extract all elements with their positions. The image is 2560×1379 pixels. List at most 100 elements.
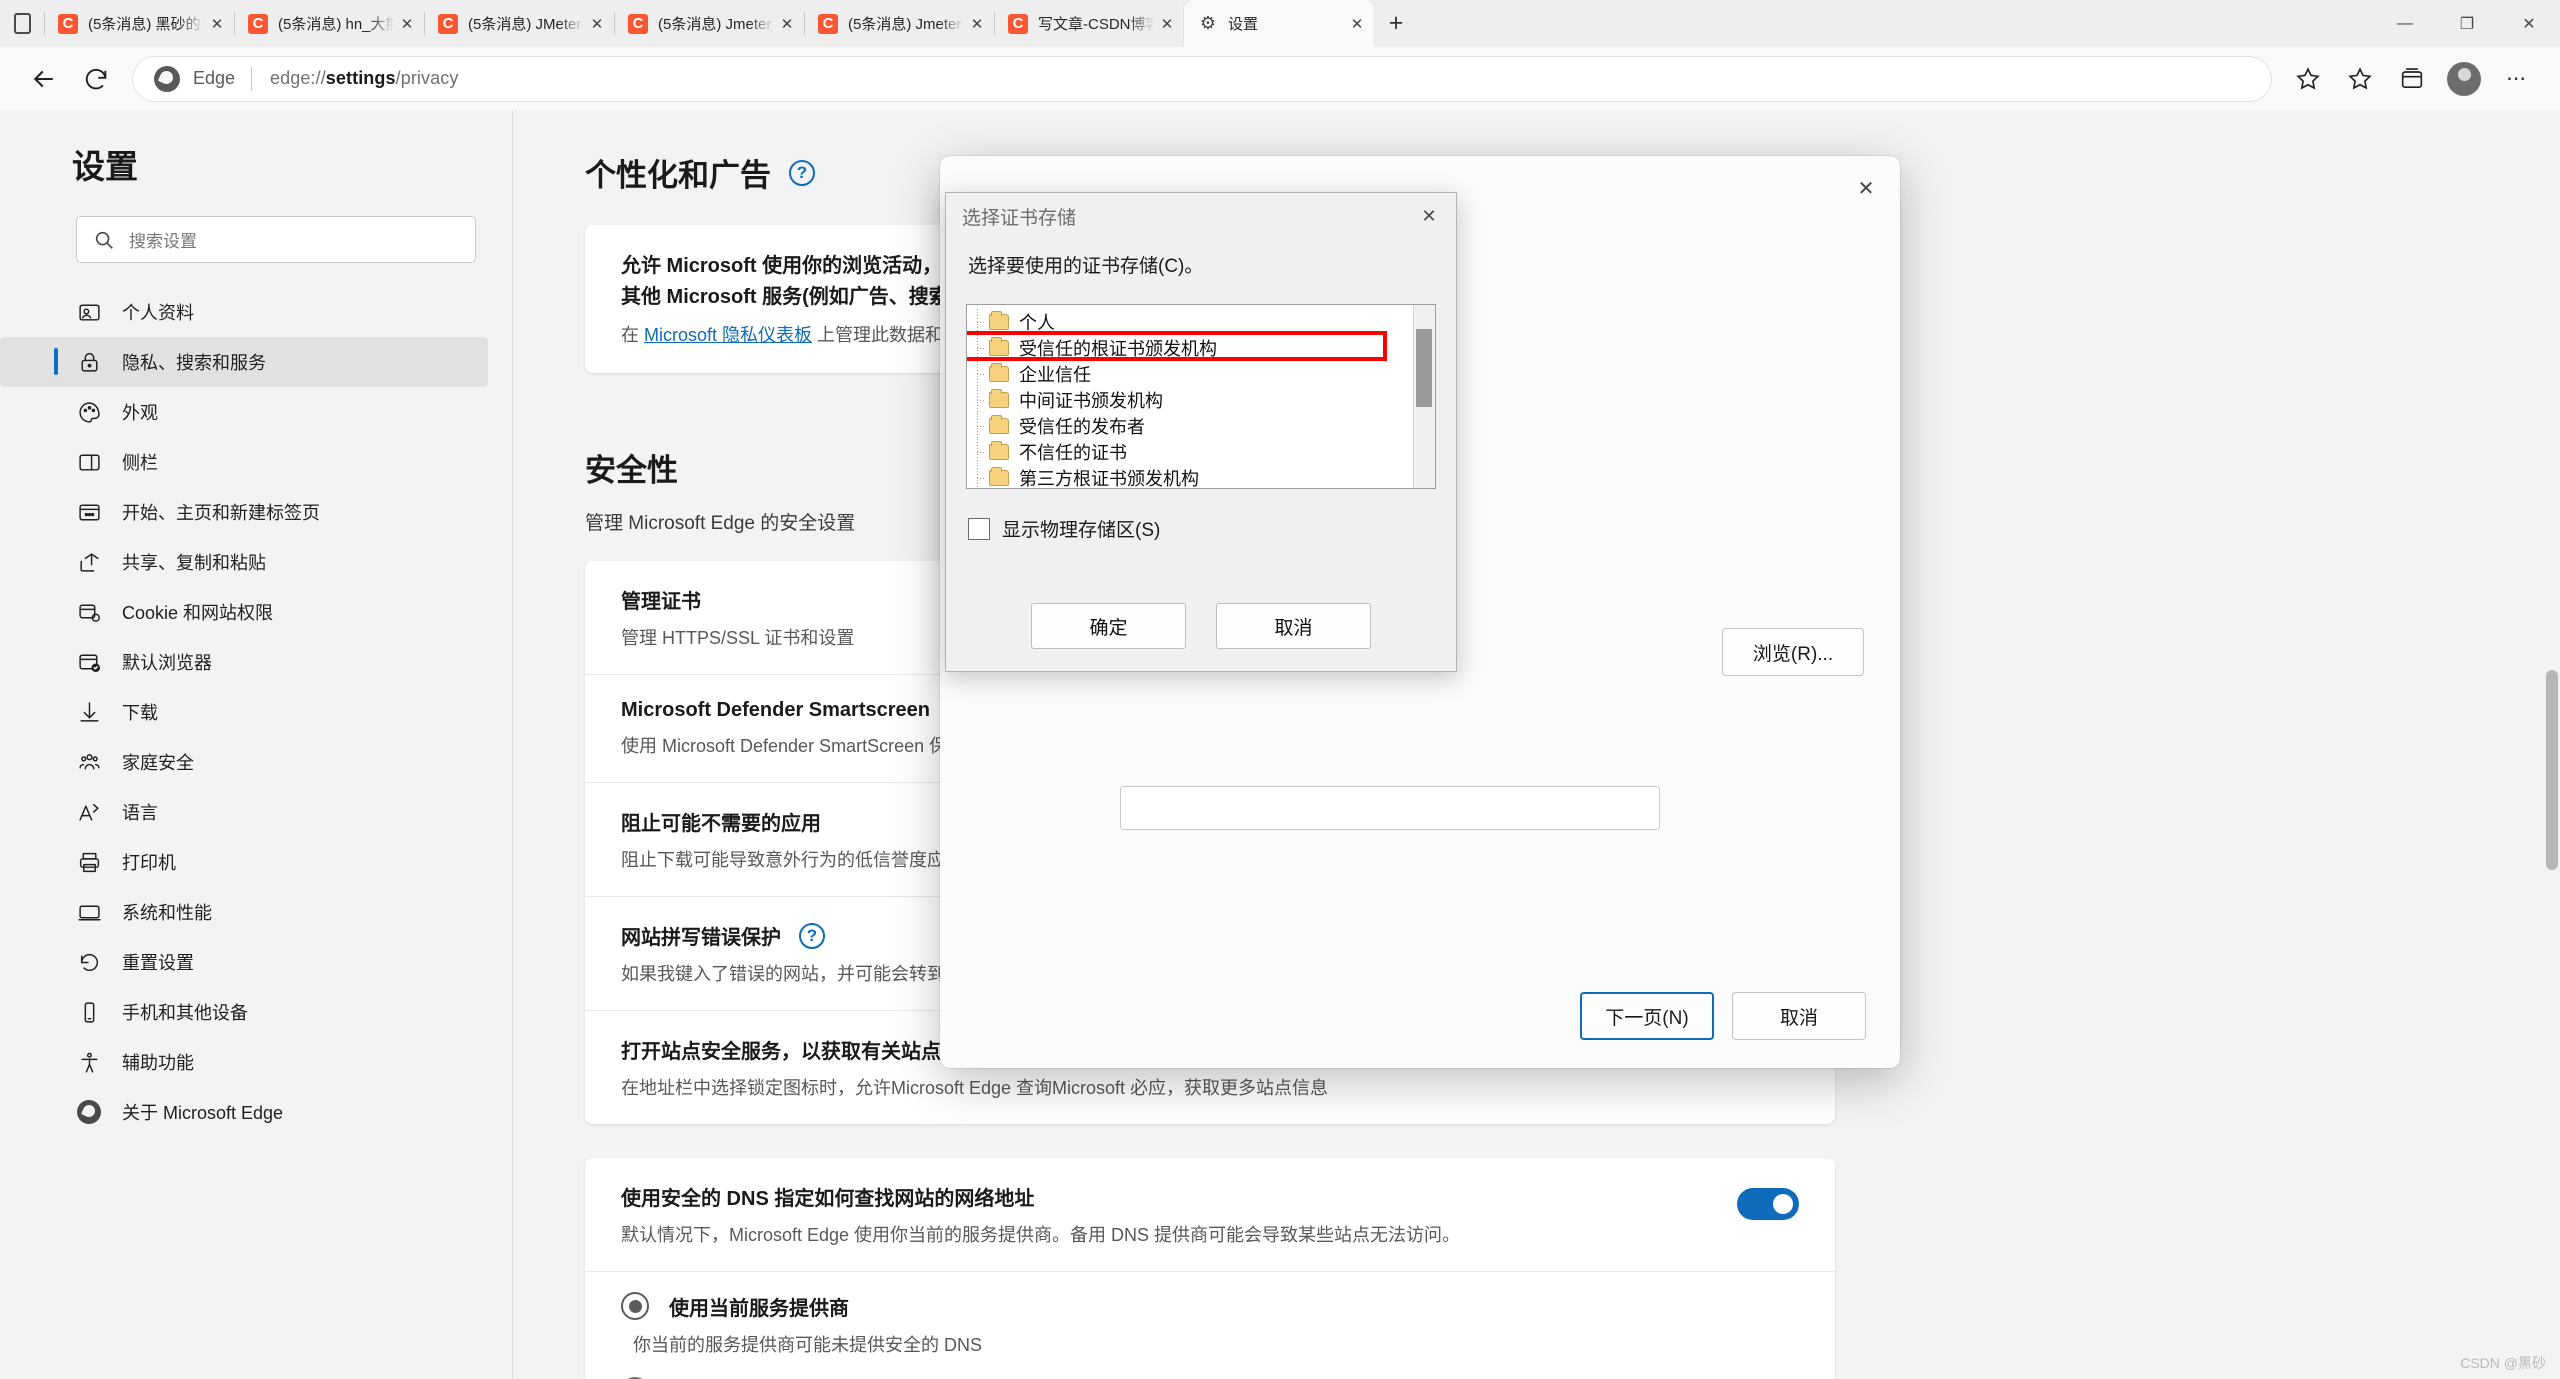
url-bold: settings [325, 68, 396, 88]
csdn-icon: C [58, 13, 78, 34]
browse-button[interactable]: 浏览(R)... [1722, 628, 1864, 676]
show-physical-stores-row[interactable]: 显示物理存储区(S) [968, 515, 1456, 542]
certificate-store-item[interactable]: 不信任的证书 [967, 439, 1435, 465]
store-list-scrollbar[interactable] [1413, 305, 1435, 488]
tab-close-button[interactable]: ✕ [1154, 11, 1180, 37]
certificate-store-item[interactable]: 个人 [967, 309, 1435, 335]
tab-close-button[interactable]: ✕ [1344, 11, 1370, 37]
sidebar-item-label: 个人资料 [122, 303, 194, 323]
sidebar-item-4[interactable]: 开始、主页和新建标签页 [0, 487, 488, 537]
tab-title: (5条消息) Jmeter_黑砂的博客 [658, 16, 774, 33]
dns-toggle[interactable] [1737, 1188, 1799, 1220]
sidebar-item-6[interactable]: Cookie 和网站权限 [0, 587, 488, 637]
more-options-button[interactable]: ⋯ [2490, 53, 2542, 105]
help-icon[interactable]: ? [799, 922, 825, 949]
browser-tab[interactable]: C (5条消息) Jmeter_黑砂的博客✕ [614, 0, 804, 47]
sidebar-item-7[interactable]: 默认浏览器 [0, 637, 488, 687]
wizard-close-button[interactable]: ✕ [1846, 168, 1886, 208]
tab-close-button[interactable]: ✕ [584, 11, 610, 37]
tab-close-button[interactable]: ✕ [394, 11, 420, 37]
settings-sidebar: 设置 搜索设置 个人资料 隐私、搜索和服务 外观 侧栏 开始、主页和新建标签页 共享、复制… [0, 110, 512, 1379]
certificate-store-item[interactable]: 受信任的发布者 [967, 413, 1435, 439]
page-scrollbar-thumb[interactable] [2546, 670, 2558, 870]
sidebar-item-label: 重置设置 [122, 953, 194, 973]
next-page-button[interactable]: 下一页(N) [1580, 992, 1714, 1040]
collections-button[interactable] [2386, 53, 2438, 105]
sidebar-item-11[interactable]: 打印机 [0, 837, 488, 887]
sidebar-item-3[interactable]: 侧栏 [0, 437, 488, 487]
radio-current-provider[interactable] [621, 1292, 649, 1320]
sidebar-item-15[interactable]: 辅助功能 [0, 1037, 488, 1087]
sidebar-item-9[interactable]: 家庭安全 [0, 737, 488, 787]
browser-tab[interactable]: C (5条消息) JMeter基础---脚本录制✕ [424, 0, 614, 47]
select-store-close-button[interactable]: ✕ [1410, 197, 1448, 235]
page-scrollbar[interactable] [2544, 110, 2560, 1379]
back-arrow-icon [33, 70, 53, 87]
select-store-ok-button[interactable]: 确定 [1031, 603, 1186, 649]
refresh-button[interactable] [70, 53, 122, 105]
new-tab-button[interactable]: + [1374, 0, 1418, 47]
dns-row[interactable]: 使用安全的 DNS 指定如何查找网站的网络地址 默认情况下，Microsoft … [585, 1158, 1835, 1272]
security-row-title-text: 网站拼写错误保护 [621, 927, 781, 949]
sidebar-item-10[interactable]: 语言 [0, 787, 488, 837]
sidebar-item-1[interactable]: 隐私、搜索和服务 [0, 337, 488, 387]
select-store-cancel-button[interactable]: 取消 [1216, 603, 1371, 649]
privacy-dashboard-link[interactable]: Microsoft 隐私仪表板 [644, 325, 812, 345]
sidebar-item-13[interactable]: 重置设置 [0, 937, 488, 987]
printer-icon [76, 850, 102, 875]
maximize-button[interactable]: ❐ [2436, 0, 2498, 47]
certificate-store-item[interactable]: 企业信任 [967, 361, 1435, 387]
certificate-store-item[interactable]: 第三方根证书颁发机构 [967, 465, 1435, 488]
sidebar-item-8[interactable]: 下载 [0, 687, 488, 737]
tab-close-button[interactable]: ✕ [964, 11, 990, 37]
tab-close-button[interactable]: ✕ [774, 11, 800, 37]
sidebar-item-14[interactable]: 手机和其他设备 [0, 987, 488, 1037]
certificate-store-label: 企业信任 [1019, 365, 1091, 385]
sidebar-item-16[interactable]: 关于 Microsoft Edge [0, 1087, 488, 1137]
toolbar-right-buttons: ⋯ [2282, 53, 2542, 105]
monitor-icon [76, 900, 102, 925]
profile-button[interactable] [2438, 53, 2490, 105]
back-button[interactable] [18, 53, 70, 105]
wizard-location-input[interactable] [1120, 786, 1660, 830]
browser-tab[interactable]: ⚙ 设置 ✕ [1184, 0, 1374, 47]
wizard-cancel-button[interactable]: 取消 [1732, 992, 1866, 1040]
dns-option-choose[interactable]: 请选择服务提供商 [585, 1357, 1835, 1379]
show-physical-stores-checkbox[interactable] [968, 517, 990, 540]
folder-icon [989, 467, 1009, 486]
collections-icon [2401, 67, 2423, 88]
minimize-button[interactable]: — [2374, 0, 2436, 47]
sidebar-item-2[interactable]: 外观 [0, 387, 488, 437]
add-favorite-button[interactable] [2282, 53, 2334, 105]
folder-icon [989, 415, 1009, 434]
certificate-store-item[interactable]: 中间证书颁发机构 [967, 387, 1435, 413]
close-icon: ✕ [1421, 205, 1437, 226]
sidebar-item-label: 开始、主页和新建标签页 [122, 503, 320, 523]
tab-list-button[interactable] [0, 0, 44, 47]
browser-tab[interactable]: C 写文章-CSDN博客 ✕ [994, 0, 1184, 47]
folder-icon [989, 311, 1009, 330]
sidebar-item-5[interactable]: 共享、复制和粘贴 [0, 537, 488, 587]
browser-tab[interactable]: C (5条消息) 黑砂的博客_CSDN博客✕ [44, 0, 234, 47]
sidebar-item-12[interactable]: 系统和性能 [0, 887, 488, 937]
dns-option-current[interactable]: 使用当前服务提供商 [585, 1272, 1835, 1321]
browser-tab[interactable]: C (5条消息) hn_大熊的博客_CSDN博客✕ [234, 0, 424, 47]
tab-title: 写文章-CSDN博客 [1038, 16, 1154, 33]
sidebar-item-0[interactable]: 个人资料 [0, 287, 488, 337]
browser-tab[interactable]: C (5条消息) Jmeter性能测试✕ [804, 0, 994, 47]
search-icon [95, 231, 113, 249]
watermark: CSDN @黑砂 [2460, 1355, 2546, 1371]
store-list-scrollbar-thumb[interactable] [1416, 329, 1432, 407]
help-icon[interactable]: ? [789, 159, 815, 186]
sidebar-panel-icon [76, 450, 102, 475]
address-bar[interactable]: Edge edge://settings/privacy [132, 55, 2272, 102]
browser-check-icon [76, 650, 102, 675]
certificate-store-list[interactable]: 个人 受信任的根证书颁发机构企业信任 中间证书颁发机构 受信任的发布者 不信任的证书 第三… [966, 304, 1436, 489]
edge-logo-icon [76, 1100, 102, 1124]
certificate-store-item[interactable]: 受信任的根证书颁发机构 [967, 335, 1435, 361]
tabs-container: C(5条消息) 黑砂的博客_CSDN博客✕C(5条消息) hn_大熊的博客_CS… [44, 0, 1374, 47]
close-window-button[interactable]: ✕ [2498, 0, 2560, 47]
search-settings-input[interactable]: 搜索设置 [76, 216, 476, 263]
favorites-button[interactable] [2334, 53, 2386, 105]
tab-close-button[interactable]: ✕ [204, 11, 230, 37]
